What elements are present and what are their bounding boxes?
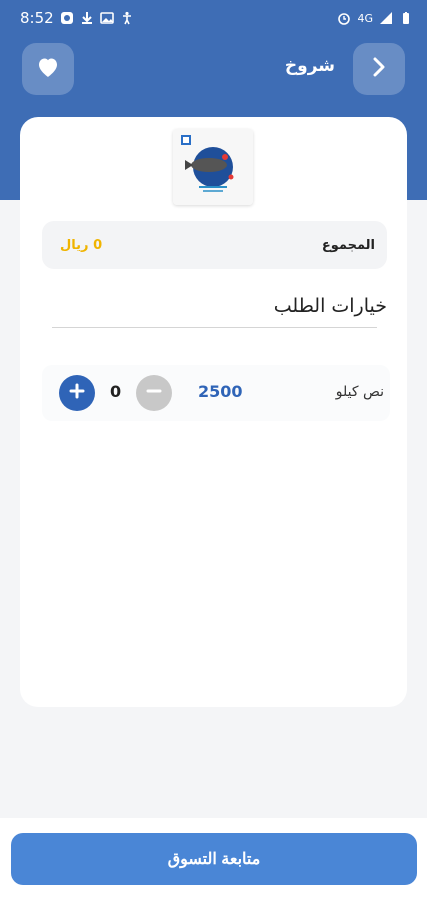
plus-icon: [69, 383, 85, 403]
increase-quantity-button[interactable]: [59, 375, 95, 411]
status-bar: 8:52 4G: [0, 0, 427, 36]
product-image: [173, 129, 253, 205]
alarm-icon: [337, 11, 351, 25]
option-price: 2500: [198, 382, 243, 401]
continue-shopping-button[interactable]: متابعة التسوق: [11, 833, 417, 885]
page-title: شروخ: [284, 56, 335, 76]
chevron-right-icon: [370, 56, 388, 82]
app-notification-icon: [60, 11, 74, 25]
quantity-value: 0: [110, 382, 122, 401]
accessibility-icon: [120, 11, 134, 25]
battery-icon: [399, 11, 413, 25]
decrease-quantity-button[interactable]: [136, 375, 172, 411]
option-row: نص كيلو 2500 0: [42, 365, 390, 421]
status-time: 8:52: [20, 9, 54, 27]
network-type: 4G: [357, 11, 373, 25]
total-value: 0 ريال: [60, 237, 103, 253]
heart-icon: [36, 56, 60, 82]
order-options-title: خيارات الطلب: [273, 295, 387, 317]
total-label: المجموع: [321, 237, 375, 253]
option-name: نص كيلو: [335, 384, 384, 400]
total-summary: 0 ريال المجموع: [42, 221, 387, 269]
signal-icon: [379, 11, 393, 25]
download-icon: [80, 11, 94, 25]
image-icon: [99, 11, 114, 25]
product-card: 0 ريال المجموع خيارات الطلب نص كيلو 2500…: [20, 117, 407, 707]
back-button[interactable]: [353, 43, 405, 95]
favorite-button[interactable]: [22, 43, 74, 95]
divider: [52, 327, 377, 328]
minus-icon: [146, 383, 162, 403]
